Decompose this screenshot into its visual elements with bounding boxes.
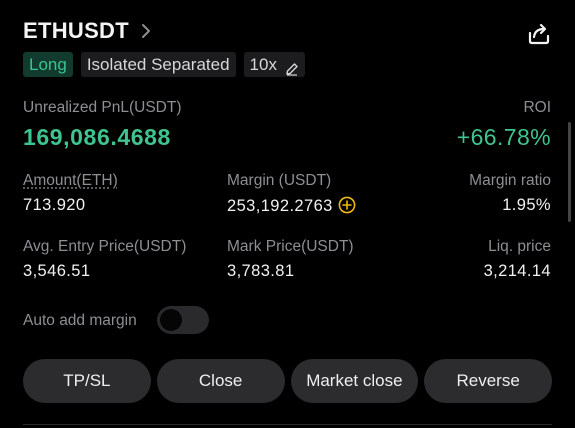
tpsl-button[interactable]: TP/SL [23,359,151,403]
liq-price-value: 3,214.14 [483,262,551,280]
auto-add-margin-toggle[interactable] [157,306,209,334]
reverse-button[interactable]: Reverse [424,359,552,403]
leverage-badge[interactable]: 10x [243,52,305,77]
margin-value-group: 253,192.2763 [227,196,356,216]
auto-add-margin-label: Auto add margin [23,312,137,329]
pencil-icon[interactable] [285,58,299,76]
position-header: ETHUSDT [23,14,552,48]
market-close-button[interactable]: Market close [290,359,419,403]
position-tags: Long Isolated Separated 10x [23,52,305,77]
amount-value: 713.920 [23,196,86,214]
symbol-title[interactable]: ETHUSDT [23,18,129,44]
roi-value: +66.78% [456,124,551,150]
margin-value: 253,192.2763 [227,197,333,215]
margin-mode-badge: Isolated Separated [80,52,236,77]
margin-ratio-value: 1.95% [502,196,551,214]
margin-ratio-label: Margin ratio [469,172,551,189]
avg-entry-price-value: 3,546.51 [23,262,91,280]
margin-label: Margin (USDT) [227,172,332,189]
section-divider [23,424,552,425]
share-icon[interactable] [526,20,552,46]
chevron-right-icon[interactable] [141,22,153,40]
unrealized-pnl-label: Unrealized PnL(USDT) [23,99,182,116]
close-button[interactable]: Close [156,359,285,403]
toggle-knob [160,309,182,331]
amount-label[interactable]: Amount(ETH) [23,172,118,190]
mark-price-label: Mark Price(USDT) [227,238,354,255]
mark-price-value: 3,783.81 [227,262,295,280]
plus-circle-icon[interactable] [338,196,356,214]
unrealized-pnl-value: 169,086.4688 [23,124,171,150]
leverage-value: 10x [249,55,277,74]
side-badge: Long [23,52,73,77]
action-buttons: TP/SL Close Market close Reverse [23,359,552,403]
roi-label: ROI [523,99,551,116]
avg-entry-price-label: Avg. Entry Price(USDT) [23,238,187,255]
scrollbar[interactable] [568,122,571,222]
liq-price-label: Liq. price [488,238,551,255]
